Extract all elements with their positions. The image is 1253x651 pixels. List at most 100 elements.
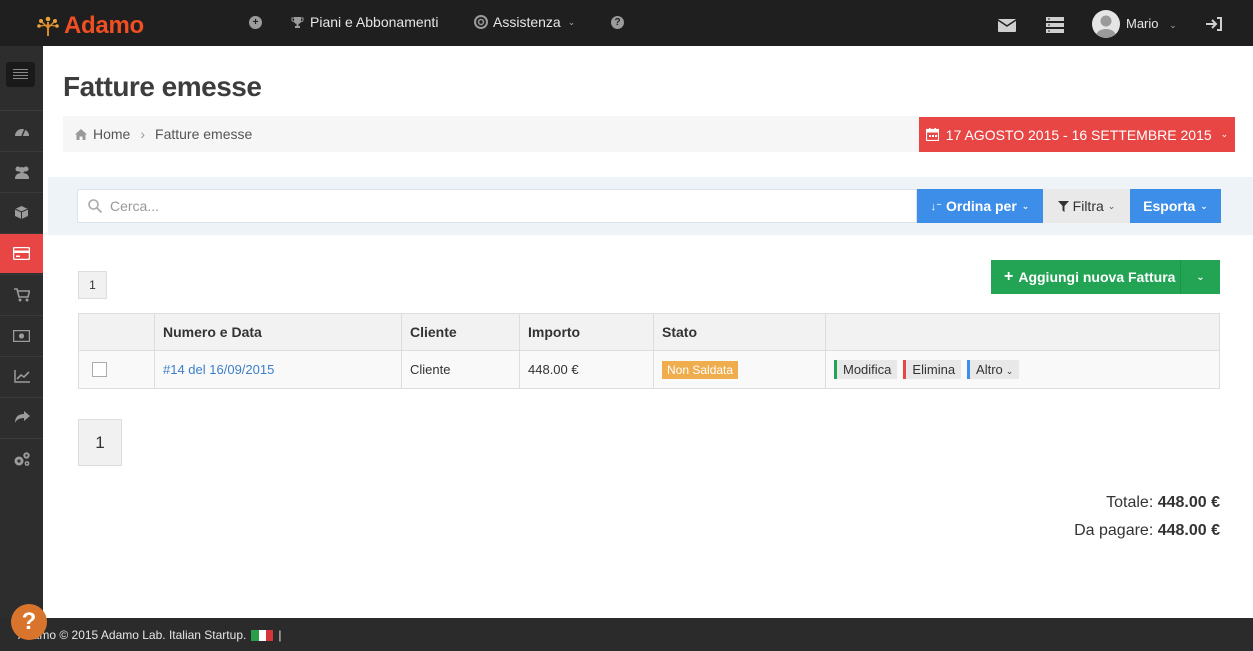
top-bar: Adamo + Piani e Abbonamenti Assistenza ⌄… <box>0 0 1253 46</box>
sort-button[interactable]: ↓⁻ Ordina per ⌄ <box>917 189 1043 223</box>
sidebar-item-dashboard[interactable] <box>0 110 43 150</box>
sidebar-item-users[interactable] <box>0 151 43 191</box>
add-invoice-main[interactable]: + Aggiungi nuova Fattura <box>991 268 1180 286</box>
lifebuoy-icon <box>474 15 488 29</box>
add-invoice-dropdown-toggle[interactable]: ⌄ <box>1180 260 1220 294</box>
actions-column-header <box>825 313 1220 351</box>
question-circle-icon: ? <box>611 16 624 29</box>
table-header-row: Numero e Data Cliente Importo Stato <box>78 313 1220 351</box>
question-icon: ? <box>21 608 37 635</box>
sidebar-item-reports[interactable] <box>0 356 43 396</box>
cart-icon <box>13 287 30 301</box>
user-menu[interactable]: Mario ⌄ <box>1126 16 1177 31</box>
filter-label: Filtra <box>1072 198 1104 214</box>
column-header[interactable]: Stato <box>653 313 826 351</box>
user-silhouette-icon <box>1096 15 1116 38</box>
more-actions-button[interactable]: Altro ⌄ <box>967 360 1020 379</box>
plus-icon: + <box>1004 268 1014 285</box>
users-icon <box>14 166 29 179</box>
more-actions-label: Altro <box>976 362 1003 377</box>
money-icon <box>13 329 30 342</box>
column-header[interactable]: Cliente <box>401 313 520 351</box>
search-input[interactable] <box>110 198 870 214</box>
date-range-label: 17 AGOSTO 2015 - 16 SETTEMBRE 2015 <box>945 126 1212 143</box>
tree-logo-icon <box>37 16 59 36</box>
sidebar-item-payments[interactable] <box>0 315 43 355</box>
search-icon <box>88 199 102 213</box>
user-avatar[interactable] <box>1092 10 1120 38</box>
breadcrumb-current: Fatture emesse <box>155 126 253 142</box>
sidebar-item-products[interactable] <box>0 192 43 232</box>
sort-alpha-icon: ↓⁻ <box>930 200 942 213</box>
edit-button[interactable]: Modifica <box>834 360 898 379</box>
footer: Adamo © 2015 Adamo Lab. Italian Startup.… <box>0 618 1253 651</box>
support-menu[interactable]: Assistenza ⌄ <box>474 14 575 30</box>
add-menu-button[interactable]: + <box>249 16 268 29</box>
chevron-down-icon: ⌄ <box>1220 129 1229 139</box>
sidebar-item-share[interactable] <box>0 397 43 437</box>
column-header[interactable]: Importo <box>519 313 654 351</box>
box-icon <box>14 206 29 219</box>
footer-text: Adamo © 2015 Adamo Lab. Italian Startup.… <box>18 628 281 642</box>
app-name: Adamo <box>64 12 144 39</box>
sort-label: Ordina per <box>945 198 1017 214</box>
user-name: Mario <box>1126 16 1159 31</box>
sidebar-item-invoices[interactable] <box>0 233 43 273</box>
home-icon <box>75 128 87 140</box>
amount-cell: 448.00 € <box>519 350 654 389</box>
sidebar-item-settings[interactable] <box>0 438 43 478</box>
chevron-down-icon: ⌄ <box>1005 366 1014 376</box>
credit-card-icon <box>13 247 30 260</box>
breadcrumb-home-link[interactable]: Home <box>93 126 130 142</box>
breadcrumb-separator: › <box>140 126 146 142</box>
support-label: Assistenza <box>493 14 561 30</box>
gears-icon <box>14 451 30 466</box>
server-icon[interactable] <box>1046 17 1064 33</box>
sign-out-icon[interactable] <box>1206 17 1222 31</box>
chevron-down-icon: ⌄ <box>1200 200 1208 211</box>
invoice-link[interactable]: #14 del 16/09/2015 <box>163 362 274 377</box>
main-content: Fatture emesse Home › Fatture emesse 17 … <box>43 46 1253 618</box>
footer-separator: | <box>278 628 282 642</box>
due-line: Da pagare: 448.00 € <box>1074 517 1220 545</box>
actions-cell: Modifica Elimina Altro ⌄ <box>825 350 1220 389</box>
chevron-down-icon: ⌄ <box>567 16 576 27</box>
table-row[interactable]: #14 del 16/09/2015 Cliente 448.00 € Non … <box>78 350 1220 389</box>
totals-summary: Totale: 448.00 € Da pagare: 448.00 € <box>1074 489 1220 545</box>
sidebar <box>0 46 43 618</box>
filter-button[interactable]: Filtra ⌄ <box>1043 189 1130 223</box>
export-button[interactable]: Esporta ⌄ <box>1130 189 1221 223</box>
dashboard-icon <box>14 128 29 136</box>
plus-circle-icon: + <box>249 16 262 29</box>
pagination-page-button[interactable]: 1 <box>78 419 122 466</box>
help-menu-button[interactable]: ? <box>611 16 630 29</box>
date-range-button[interactable]: 17 AGOSTO 2015 - 16 SETTEMBRE 2015 ⌄ <box>919 117 1235 152</box>
search-field[interactable] <box>77 189 917 223</box>
plans-menu[interactable]: Piani e Abbonamenti <box>291 14 438 30</box>
total-value: 448.00 € <box>1157 494 1220 511</box>
calendar-icon <box>925 128 939 141</box>
invoice-number-cell: #14 del 16/09/2015 <box>154 350 402 389</box>
help-chat-button[interactable]: ? <box>11 604 47 640</box>
row-checkbox[interactable] <box>92 362 107 377</box>
status-cell: Non Saldata <box>653 350 826 389</box>
chevron-down-icon: ⌄ <box>1196 271 1205 283</box>
app-logo[interactable]: Adamo <box>36 12 144 40</box>
due-label: Da pagare: <box>1074 522 1154 539</box>
envelope-icon[interactable] <box>998 19 1016 32</box>
trophy-icon <box>291 16 304 28</box>
add-invoice-label: Aggiungi nuova Fattura <box>1018 269 1176 285</box>
pagination-top-page[interactable]: 1 <box>78 271 107 299</box>
page-title: Fatture emesse <box>63 71 262 102</box>
sidebar-toggle-button[interactable] <box>6 62 35 87</box>
due-value: 448.00 € <box>1157 522 1220 539</box>
client-cell: Cliente <box>401 350 520 389</box>
status-badge: Non Saldata <box>662 361 739 379</box>
italy-flag-icon <box>251 629 274 641</box>
chart-line-icon <box>13 370 30 383</box>
column-header[interactable]: Numero e Data <box>154 313 402 351</box>
delete-button[interactable]: Elimina <box>903 360 962 379</box>
add-invoice-button[interactable]: + Aggiungi nuova Fattura ⌄ <box>991 260 1220 294</box>
share-icon <box>14 411 30 423</box>
sidebar-item-purchases[interactable] <box>0 274 43 314</box>
